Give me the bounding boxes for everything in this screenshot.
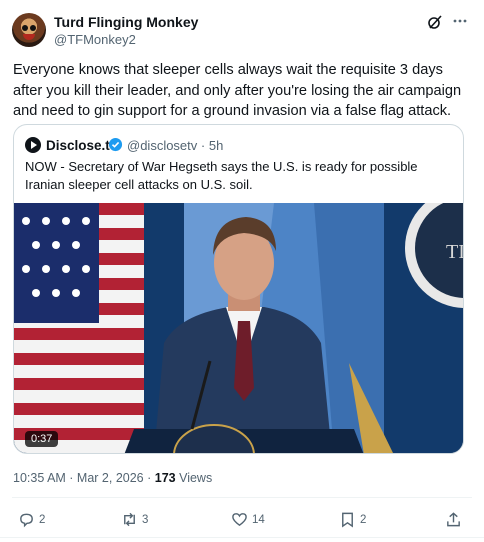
tweet-text: Everyone knows that sleeper cells always…	[13, 62, 462, 119]
svg-text:TI: TI	[446, 241, 464, 263]
avatar-eye	[30, 25, 36, 31]
quote-author-name[interactable]: Disclose.tv	[46, 138, 117, 153]
video-player[interactable]: TI 0:37	[14, 203, 464, 453]
share-button[interactable]	[445, 511, 462, 528]
share-icon	[447, 512, 460, 527]
verified-badge-icon	[108, 137, 123, 152]
timestamp-text: 10:35 AM · Mar 2, 2026 ·	[13, 471, 155, 485]
divider	[12, 497, 472, 498]
quote-author-handle: @disclosetv	[127, 138, 198, 153]
quoted-tweet[interactable]: Disclose.tv @disclosetv · 5h NOW - Secre…	[13, 124, 464, 454]
more-icon[interactable]	[452, 13, 468, 29]
quote-age: · 5h	[200, 138, 224, 153]
tweet-timestamp[interactable]: 10:35 AM · Mar 2, 2026 · 173 Views	[13, 471, 212, 485]
like-count: 14	[252, 513, 265, 526]
author-handle[interactable]: @TFMonkey2	[54, 32, 136, 47]
bookmark-button[interactable]: 2	[339, 511, 366, 528]
video-frame: TI	[14, 203, 464, 453]
like-icon	[232, 513, 247, 527]
reply-icon	[20, 513, 33, 528]
quote-meta: @disclosetv · 5h	[127, 138, 223, 153]
repost-count: 3	[142, 513, 149, 526]
next-section-edge	[0, 537, 484, 542]
avatar[interactable]	[12, 13, 46, 47]
reply-button[interactable]: 2	[18, 511, 45, 528]
avatar-eye	[22, 25, 28, 31]
disclose-logo-icon	[25, 137, 41, 153]
bookmark-icon	[342, 512, 353, 528]
avatar-mouth	[23, 34, 35, 40]
quote-text: NOW - Secretary of War Hegseth says the …	[25, 159, 418, 192]
video-duration: 0:37	[25, 431, 59, 447]
views-label: Views	[175, 471, 213, 485]
author-name[interactable]: Turd Flinging Monkey	[54, 14, 198, 30]
reply-count: 2	[39, 513, 46, 526]
tweet: Turd Flinging Monkey @TFMonkey2 Everyone…	[0, 0, 484, 542]
repost-button[interactable]: 3	[121, 511, 148, 528]
views-count: 173	[154, 471, 176, 485]
grok-icon[interactable]	[427, 14, 443, 30]
like-button[interactable]: 14	[231, 511, 265, 528]
repost-icon	[124, 512, 135, 527]
bookmark-count: 2	[360, 513, 367, 526]
